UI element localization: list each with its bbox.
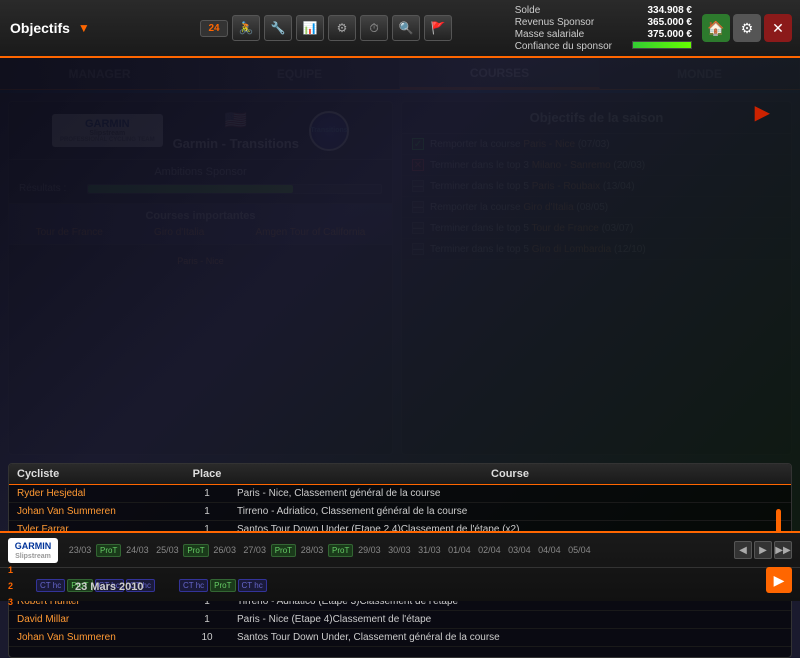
date-label[interactable]: 30/03 <box>385 545 413 555</box>
solde-label: Solde <box>515 5 541 16</box>
top-right-buttons: 🏠 ⚙ ✕ <box>702 14 800 42</box>
tools-icon[interactable]: 🔧 <box>264 15 292 41</box>
td-place: 1 <box>177 488 237 499</box>
clock-icon[interactable]: ⏱ <box>360 15 388 41</box>
date-label[interactable]: 05/04 <box>565 545 593 555</box>
nav-next-arrow[interactable]: ▶ <box>754 541 772 559</box>
td-course: Santos Tour Down Under, Classement génér… <box>237 632 783 643</box>
timeline-row2: CT hcProTCT hcCT hcCT hcProTCT hc <box>36 579 792 592</box>
confiance-value <box>632 41 692 52</box>
td-place: 1 <box>177 506 237 517</box>
table-row: Johan Van Summeren 10 Santos Tour Down U… <box>9 629 791 647</box>
revenus-value: 365.000 € <box>648 17 693 28</box>
table-row: Ryder Hesjedal 1 Paris - Nice, Classemen… <box>9 485 791 503</box>
flag-icon-top[interactable]: 🚩 <box>424 15 452 41</box>
race-tag-prot: ProT <box>96 544 121 557</box>
date-label[interactable]: 26/03 <box>211 545 239 555</box>
td-name[interactable]: Ryder Hesjedal <box>17 488 177 499</box>
red-arrow-icon: ▶ <box>755 100 770 125</box>
table-row: Johan Van Summeren 1 Tirreno - Adriatico… <box>9 503 791 521</box>
date-label[interactable]: 31/03 <box>415 545 443 555</box>
bottom-bar-timeline: GARMIN Slipstream 23/03ProT24/0325/03Pro… <box>0 533 800 568</box>
date-label[interactable]: 01/04 <box>445 545 473 555</box>
date-label[interactable]: 04/04 <box>535 545 563 555</box>
td-name[interactable]: Johan Van Summeren <box>17 506 177 517</box>
nav-prev-arrow[interactable]: ◀ <box>734 541 752 559</box>
play-button[interactable]: ▶ <box>766 567 792 593</box>
top-bar: Objectifs ▼ 24 🚴 🔧 📊 ⚙ ⏱ 🔍 🚩 Solde 334.9… <box>0 0 800 58</box>
nav-fast-forward[interactable]: ▶▶ <box>774 541 792 559</box>
home-button[interactable]: 🏠 <box>702 14 730 42</box>
race-tag-prot: ProT <box>183 544 208 557</box>
date-label[interactable]: 29/03 <box>355 545 383 555</box>
race-tag-ct: CT hc <box>238 579 267 592</box>
masse-value: 375.000 € <box>648 29 693 40</box>
current-date-display: 23 Mars 2010 <box>75 581 144 593</box>
race-tag-prot: ProT <box>271 544 296 557</box>
date-label[interactable]: 03/04 <box>505 545 533 555</box>
settings-button[interactable]: ⚙ <box>733 14 761 42</box>
td-course: Paris - Nice, Classement général de la c… <box>237 488 783 499</box>
race-tag-ct: CT hc <box>179 579 208 592</box>
table-row: David Millar 1 Paris - Nice (Etape 4)Cla… <box>9 611 791 629</box>
td-course: Tirreno - Adriatico, Classement général … <box>237 506 783 517</box>
race-tag-ct: CT hc <box>36 579 65 592</box>
garmin-bottom-logo: GARMIN Slipstream <box>8 538 58 563</box>
row-num-3: 3 <box>8 595 20 609</box>
stats-section: Solde 334.908 € Revenus Sponsor 365.000 … <box>505 5 702 52</box>
solde-value: 334.908 € <box>648 5 693 16</box>
page-title: Objectifs <box>10 20 70 36</box>
date-label[interactable]: 27/03 <box>241 545 269 555</box>
race-tag-prot: ProT <box>328 544 353 557</box>
row-num-2: 2 <box>8 579 20 593</box>
date-label[interactable]: 28/03 <box>298 545 326 555</box>
date-label[interactable]: 24/03 <box>123 545 151 555</box>
search-icon[interactable]: 🔍 <box>392 15 420 41</box>
race-tag-ct: ProT <box>210 579 235 592</box>
date-label[interactable]: 25/03 <box>153 545 181 555</box>
bottom-bar: GARMIN Slipstream 23/03ProT24/0325/03Pro… <box>0 531 800 601</box>
timeline: 23/03ProT24/0325/03ProT26/0327/03ProT28/… <box>66 544 734 557</box>
calendar-icon[interactable]: 24 <box>200 20 228 37</box>
col-header-cycliste: Cycliste <box>17 468 177 480</box>
td-name[interactable]: Johan Van Summeren <box>17 632 177 643</box>
row-num-1: 1 <box>8 563 20 577</box>
masse-label: Masse salariale <box>515 29 584 40</box>
garmin-bottom-text: GARMIN <box>15 541 52 551</box>
col-header-course: Course <box>237 468 783 480</box>
td-place: 1 <box>177 614 237 625</box>
chevron-down-icon[interactable]: ▼ <box>78 21 90 35</box>
date-label[interactable]: 23/03 <box>66 545 94 555</box>
td-course: Paris - Nice (Etape 4)Classement de l'ét… <box>237 614 783 625</box>
table-header: Cycliste Place Course <box>9 464 791 485</box>
table-row: Jack Bobridge 4 Australian Championship <box>9 647 791 650</box>
top-icons: 24 🚴 🔧 📊 ⚙ ⏱ 🔍 🚩 <box>200 15 505 41</box>
garmin-bottom-sub: Slipstream <box>15 553 51 560</box>
date-label[interactable]: 02/04 <box>475 545 503 555</box>
col-header-place: Place <box>177 468 237 480</box>
row-labels: 1 2 3 <box>8 563 20 609</box>
chart-icon[interactable]: 📊 <box>296 15 324 41</box>
nav-arrows: ◀ ▶ ▶▶ <box>734 541 800 559</box>
td-place: 10 <box>177 632 237 643</box>
cyclist-icon[interactable]: 🚴 <box>232 15 260 41</box>
revenus-label: Revenus Sponsor <box>515 17 595 28</box>
confiance-label: Confiance du sponsor <box>515 41 612 52</box>
td-name[interactable]: David Millar <box>17 614 177 625</box>
exit-button[interactable]: ✕ <box>764 14 792 42</box>
title-section: Objectifs ▼ <box>0 20 200 36</box>
gear-icon[interactable]: ⚙ <box>328 15 356 41</box>
